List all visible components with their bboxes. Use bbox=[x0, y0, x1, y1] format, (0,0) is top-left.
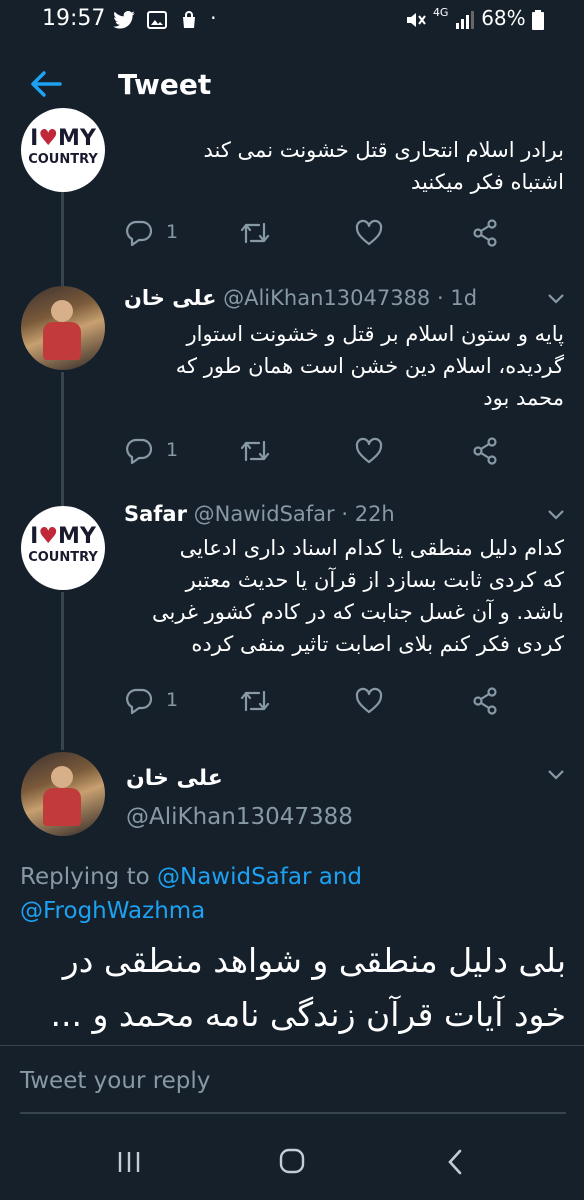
retweet-button[interactable] bbox=[238, 686, 272, 716]
avatar[interactable] bbox=[21, 286, 105, 370]
heart-icon: ♥ bbox=[38, 524, 59, 549]
retweet-icon bbox=[240, 222, 270, 244]
reply-count: 1 bbox=[166, 439, 179, 461]
network-type: 4G bbox=[432, 6, 449, 19]
share-icon bbox=[473, 687, 497, 715]
back-icon[interactable] bbox=[444, 1148, 466, 1176]
thread-connector bbox=[61, 190, 64, 286]
tweet-header: علی خان @AliKhan13047388 · 1d bbox=[124, 286, 477, 310]
status-bar: 19:57 · 4G 68% bbox=[0, 0, 584, 40]
display-name: Safar bbox=[124, 502, 187, 526]
tweet-time: · 1d bbox=[436, 286, 478, 310]
like-icon bbox=[355, 687, 383, 714]
reply-input[interactable]: Tweet your reply bbox=[20, 1068, 210, 1094]
tweet-actions: 1 bbox=[124, 218, 574, 248]
display-name: علی خان bbox=[124, 286, 217, 310]
tweet-text: کدام دلیل منطقی یا کدام اسناد داری ادعای… bbox=[152, 536, 564, 656]
reply-count: 1 bbox=[166, 221, 179, 243]
share-button[interactable] bbox=[470, 686, 500, 716]
navigation-bar bbox=[0, 1120, 584, 1200]
reply-icon bbox=[126, 220, 153, 247]
like-button[interactable] bbox=[354, 218, 384, 248]
reply-icon bbox=[126, 438, 153, 465]
retweet-button[interactable] bbox=[238, 436, 272, 466]
tweet-header: Safar @NawidSafar · 22h bbox=[124, 502, 395, 526]
reply-button[interactable]: 1 bbox=[124, 436, 178, 466]
reply-button[interactable]: 1 bbox=[124, 218, 178, 248]
tweet-text: برادر اسلام انتحاری قتل خشونت نمی کند اش… bbox=[203, 138, 564, 194]
retweet-button[interactable] bbox=[238, 218, 272, 248]
thread-connector bbox=[61, 592, 64, 750]
battery-percent: 68% bbox=[481, 6, 526, 30]
app-bar: Tweet bbox=[0, 52, 584, 120]
share-button[interactable] bbox=[470, 218, 500, 248]
like-button[interactable] bbox=[354, 686, 384, 716]
page-title: Tweet bbox=[118, 68, 212, 101]
status-time: 19:57 bbox=[42, 6, 106, 31]
home-icon[interactable] bbox=[279, 1148, 305, 1174]
heart-icon: ♥ bbox=[38, 126, 59, 151]
twitter-icon bbox=[113, 10, 135, 29]
tweet-text: بلی دلیل منطقی و شواهد منطقی در خود آیات… bbox=[50, 941, 566, 1034]
tweet-text: پایه و ستون اسلام بر قتل و خشونت استوار … bbox=[175, 322, 564, 410]
user-handle: @NawidSafar bbox=[193, 502, 335, 526]
chevron-down-icon[interactable] bbox=[546, 508, 566, 522]
mute-icon bbox=[406, 12, 426, 27]
like-icon bbox=[355, 437, 383, 464]
notification-icons: · bbox=[113, 6, 222, 30]
share-icon bbox=[473, 437, 497, 465]
mention-link[interactable]: @NawidSafar bbox=[157, 864, 311, 890]
dot-icon: · bbox=[210, 6, 223, 30]
user-handle: @AliKhan13047388 bbox=[126, 804, 353, 830]
tweet-actions: 1 bbox=[124, 436, 574, 466]
arrow-left-icon[interactable] bbox=[28, 66, 64, 102]
avatar[interactable] bbox=[21, 752, 105, 836]
retweet-icon bbox=[240, 690, 270, 712]
chevron-down-icon[interactable] bbox=[546, 292, 566, 306]
reply-icon bbox=[126, 688, 153, 715]
signal-icon bbox=[455, 10, 474, 29]
share-button[interactable] bbox=[470, 436, 500, 466]
tweet-time: · 22h bbox=[341, 502, 395, 526]
status-right: 4G 68% bbox=[405, 6, 544, 30]
avatar[interactable]: I♥MY COUNTRY bbox=[21, 506, 105, 590]
retweet-icon bbox=[240, 440, 270, 462]
reply-button[interactable]: 1 bbox=[124, 686, 178, 716]
display-name: علی خان bbox=[126, 766, 223, 791]
thread-connector bbox=[61, 372, 64, 506]
mention-link[interactable]: @FroghWazhma bbox=[20, 898, 205, 924]
avatar[interactable]: I♥MY COUNTRY bbox=[21, 108, 105, 192]
share-icon bbox=[473, 219, 497, 247]
chevron-down-icon[interactable] bbox=[546, 768, 566, 782]
battery-icon bbox=[532, 9, 544, 30]
tweet-actions: 1 bbox=[124, 686, 574, 716]
bag-icon bbox=[182, 10, 195, 28]
like-icon bbox=[355, 219, 383, 246]
image-icon bbox=[147, 10, 168, 29]
divider bbox=[0, 1045, 584, 1046]
replying-to: Replying to @NawidSafar and @FroghWazhma bbox=[20, 864, 363, 924]
recents-icon[interactable] bbox=[116, 1150, 142, 1174]
user-handle: @AliKhan13047388 bbox=[223, 286, 431, 310]
reply-input-underline bbox=[20, 1112, 566, 1114]
reply-count: 1 bbox=[166, 689, 179, 711]
like-button[interactable] bbox=[354, 436, 384, 466]
